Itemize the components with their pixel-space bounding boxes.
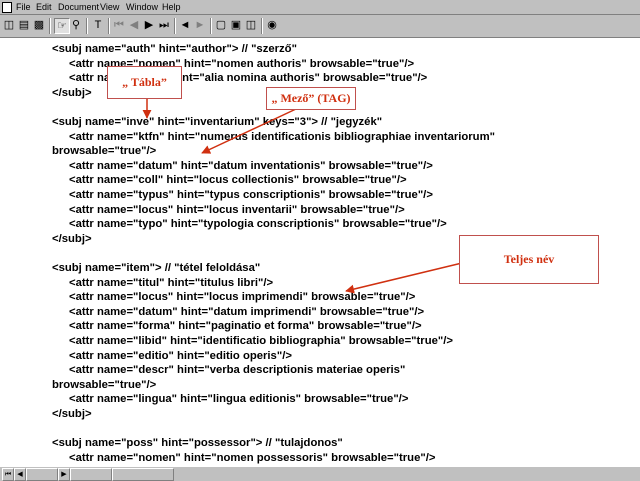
next-page-icon[interactable]: ▶ [142,18,156,32]
mezo-arrow [201,108,297,154]
teljes-nev-arrow [345,262,463,294]
text-tool-icon[interactable]: T [91,18,105,32]
tabla-callout: „ Tábla” [107,66,182,99]
menu-bar: File Edit Document View Window Help [0,0,640,15]
save-icon[interactable]: ▤ [17,18,31,32]
select-tool-icon[interactable]: ☞ [54,18,70,34]
status-prev-icon[interactable]: ◀ [14,468,26,481]
previous-page-icon[interactable]: ◀ [127,18,141,32]
facing-pages-icon[interactable]: ◫ [244,18,258,32]
toolbar-separator [174,18,176,34]
document-view[interactable]: <subj name="auth" hint="author"> // "sze… [0,38,640,466]
last-page-icon[interactable]: ⏭ [157,18,171,32]
continuous-page-icon[interactable]: ▣ [229,18,243,32]
menu-help[interactable]: Help [162,0,181,14]
menu-view[interactable]: View [100,0,119,14]
zoom-tool-icon[interactable]: ⚲ [69,18,83,32]
status-first-icon[interactable]: ⏮ [2,468,14,481]
toolbar-separator [261,18,263,34]
mezo-callout: „ Mező” (TAG) [266,87,356,110]
first-page-icon[interactable]: ⏮ [112,18,126,32]
single-page-icon[interactable]: ▢ [214,18,228,32]
go-back-icon[interactable]: ◄ [178,18,192,32]
menu-document[interactable]: Document [58,0,99,14]
go-forward-icon[interactable]: ► [193,18,207,32]
toolbar-separator [210,18,212,34]
toolbar-separator [108,18,110,34]
print-icon[interactable]: ▩ [32,18,46,32]
menu-file[interactable]: File [16,0,31,14]
find-icon[interactable]: ◉ [265,18,279,32]
document-icon[interactable] [2,2,12,13]
toolbar-separator [49,18,51,34]
status-page-field[interactable] [26,468,58,481]
menu-window[interactable]: Window [126,0,158,14]
status-zoom-field[interactable] [70,468,112,481]
toolbar-separator [86,18,88,34]
teljes-nev-callout: Teljes név [459,235,599,284]
status-page-size-field [112,468,174,481]
status-bar: ⏮ ◀ ▶ [0,466,640,481]
menu-edit[interactable]: Edit [36,0,52,14]
toolbar: ◫ ▤ ▩ ☞ ⚲ T ⏮ ◀ ▶ ⏭ ◄ ► ▢ ▣ ◫ ◉ [0,15,640,38]
status-next-icon[interactable]: ▶ [58,468,70,481]
open-icon[interactable]: ◫ [2,18,16,32]
